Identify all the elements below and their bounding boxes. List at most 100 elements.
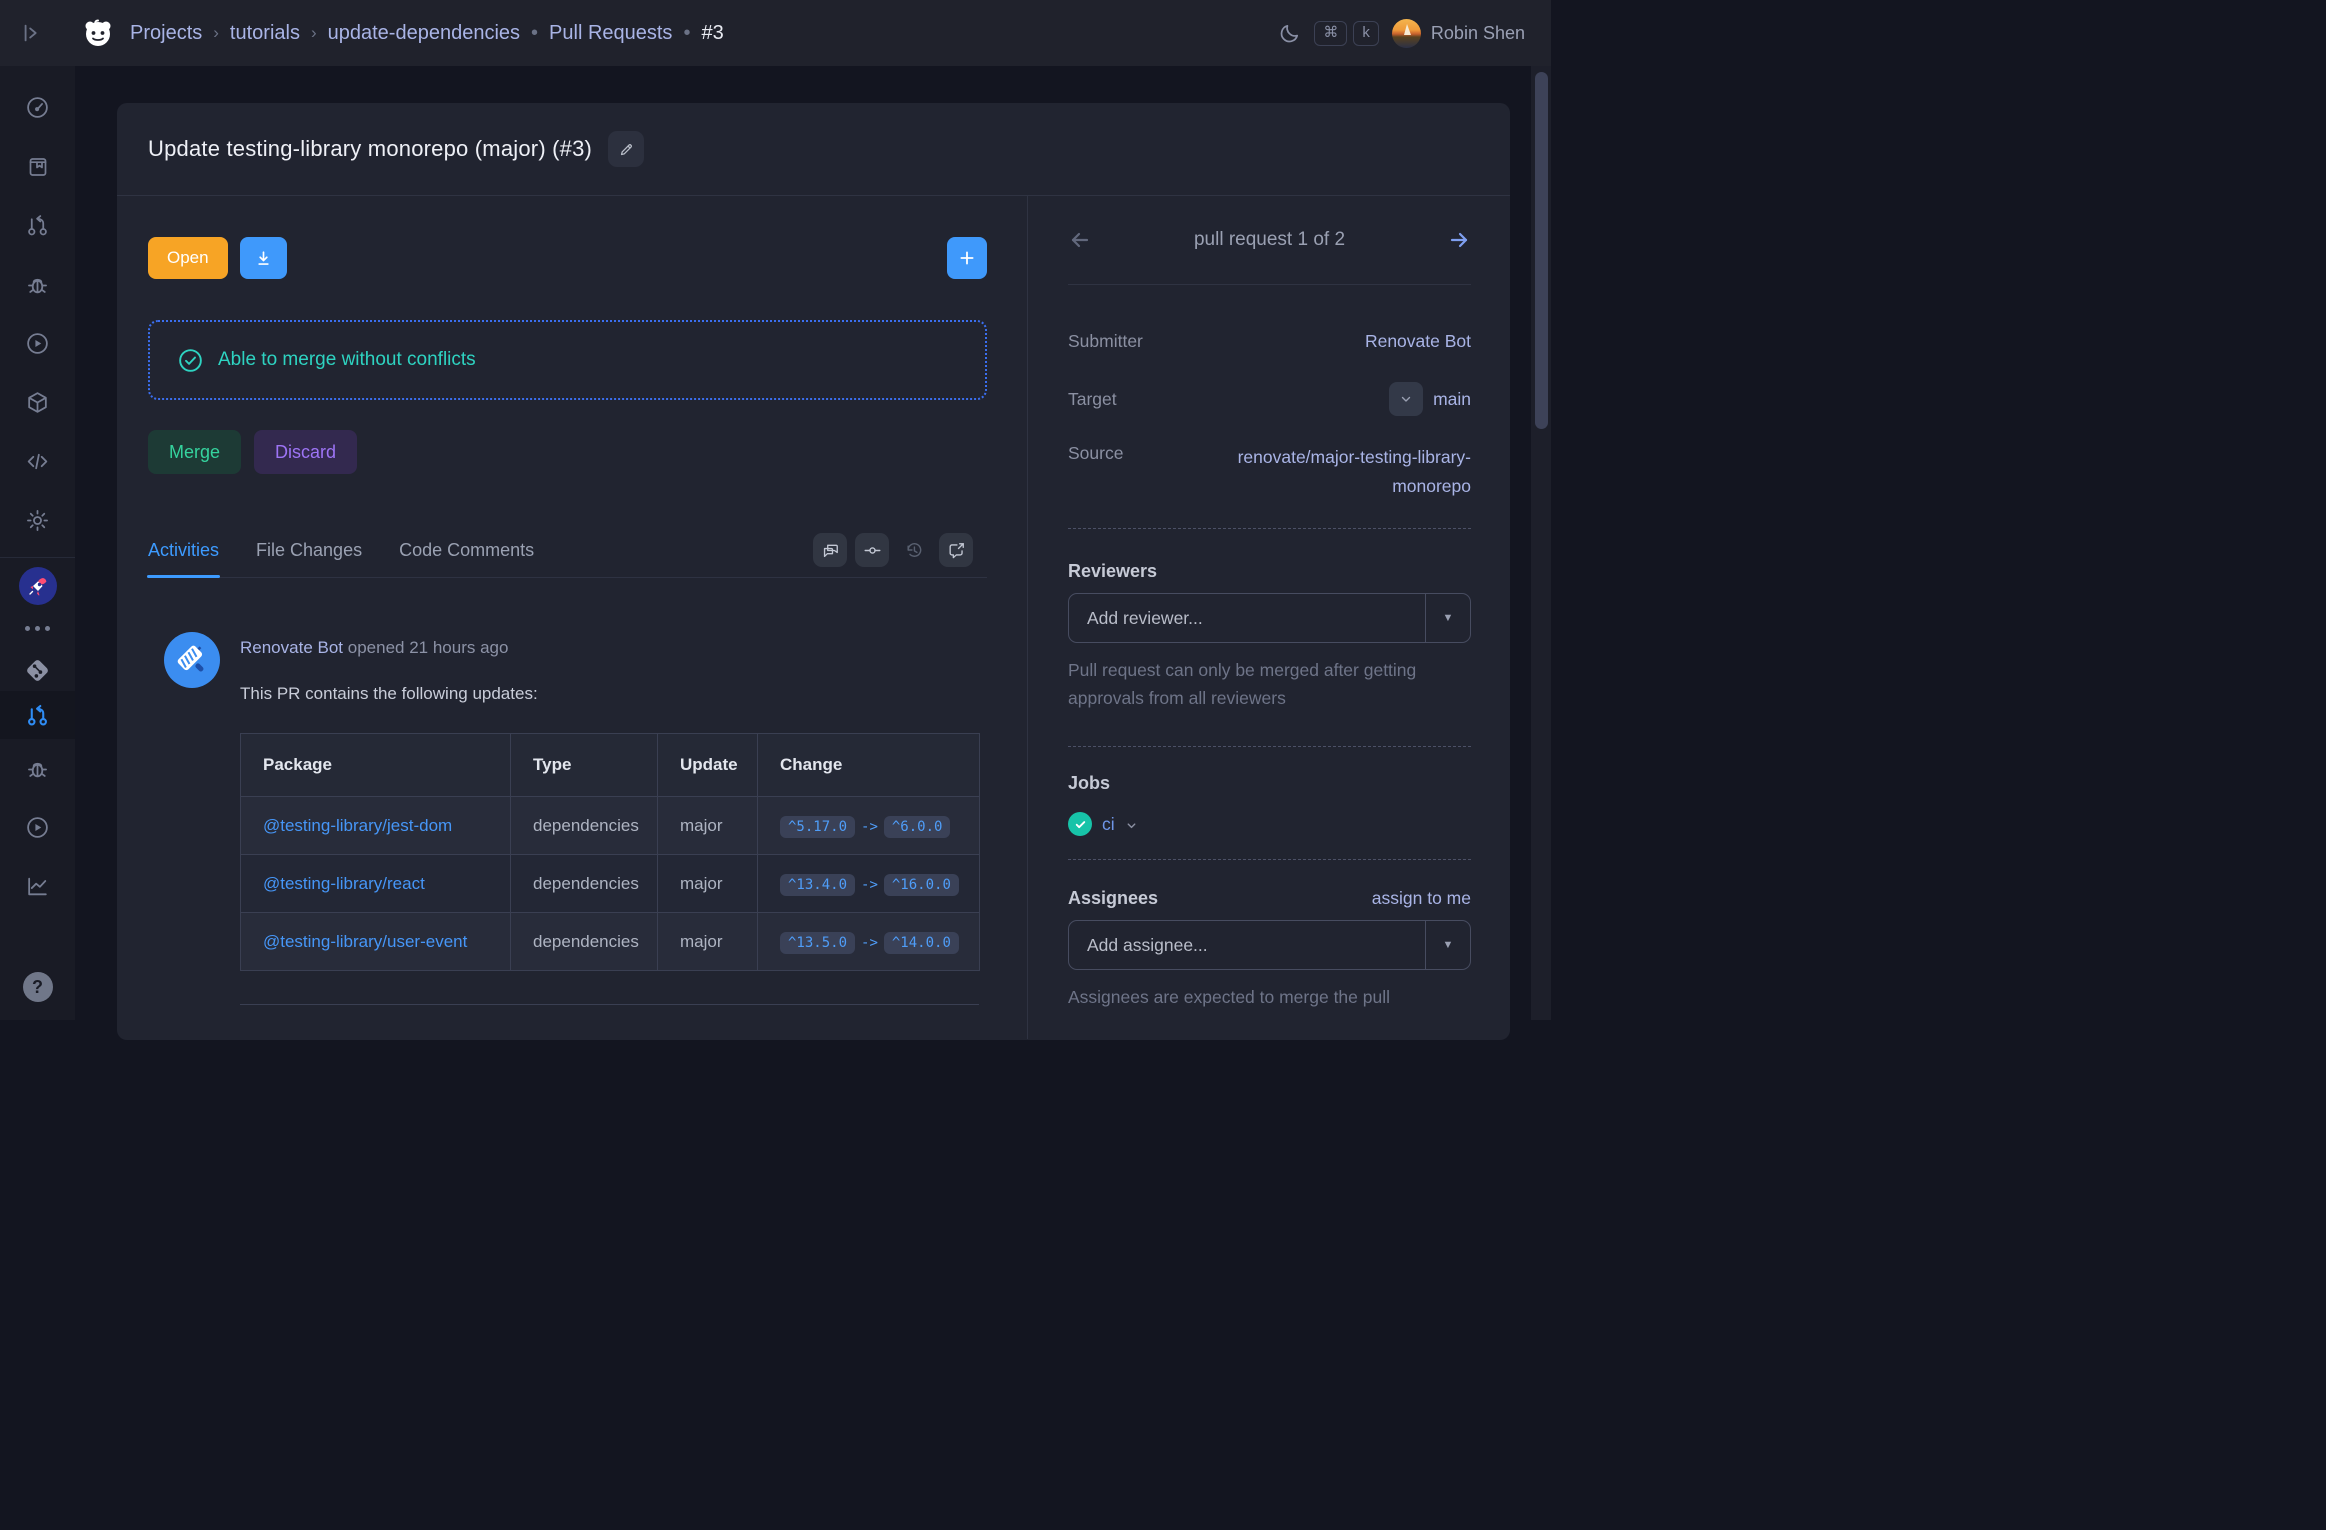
sidebar-item-pull-requests[interactable] <box>0 196 75 255</box>
version-arrow: -> <box>861 877 878 893</box>
sidebar-item-issues[interactable] <box>0 255 75 314</box>
change-cell: ^13.4.0->^16.0.0 <box>758 855 980 913</box>
renovate-bot-avatar[interactable] <box>164 632 220 688</box>
breadcrumb-dot-icon: • <box>531 22 538 45</box>
dashed-divider <box>1068 746 1471 747</box>
sidebar-item-docs[interactable] <box>0 137 75 196</box>
breadcrumb-projects[interactable]: Projects <box>130 22 202 45</box>
arrow-right-icon <box>1447 228 1471 252</box>
job-expand-chevron-icon[interactable] <box>1125 819 1138 832</box>
sidebar-item-project-builds[interactable] <box>0 798 75 857</box>
version-arrow: -> <box>861 819 878 835</box>
add-assignee-select[interactable]: Add assignee... ▼ <box>1068 920 1471 970</box>
open-thread-button[interactable] <box>939 533 973 567</box>
avatar <box>1392 19 1421 48</box>
sidebar-item-packages[interactable] <box>0 373 75 432</box>
merge-button[interactable]: Merge <box>148 430 241 474</box>
package-link[interactable]: @testing-library/user-event <box>241 913 511 971</box>
version-from-badge: ^13.5.0 <box>780 932 855 954</box>
pr-main-column: Open Able to merge without conflicts Mer… <box>117 196 1027 1039</box>
table-row: @testing-library/jest-dom dependencies m… <box>241 797 980 855</box>
dropdown-arrow-icon: ▼ <box>1425 921 1470 969</box>
type-cell: dependencies <box>511 797 658 855</box>
breadcrumb-repo[interactable]: update-dependencies <box>328 22 520 45</box>
pr-title-bar: Update testing-library monorepo (major) … <box>117 103 1510 196</box>
change-cell: ^13.5.0->^14.0.0 <box>758 913 980 971</box>
sidebar-item-help[interactable]: ? <box>0 966 75 1008</box>
discard-button[interactable]: Discard <box>254 430 357 474</box>
tab-activities[interactable]: Activities <box>148 540 219 577</box>
page-scrollbar-thumb[interactable] <box>1535 72 1548 429</box>
update-cell: major <box>658 913 758 971</box>
tab-file-changes[interactable]: File Changes <box>256 540 362 577</box>
package-link[interactable]: @testing-library/react <box>241 855 511 913</box>
column-header-change: Change <box>758 734 980 797</box>
merge-status-text: Able to merge without conflicts <box>218 349 476 371</box>
activity-body-text: This PR contains the following updates: <box>240 684 538 704</box>
theme-toggle-moon-icon[interactable] <box>1278 22 1301 45</box>
sidebar-project-avatar[interactable] <box>0 565 75 607</box>
sidebar-item-settings[interactable] <box>0 491 75 550</box>
assign-to-me-link[interactable]: assign to me <box>1372 888 1471 909</box>
breadcrumb-pull-requests[interactable]: Pull Requests <box>549 22 672 45</box>
sidebar-item-project-issues[interactable] <box>0 739 75 798</box>
type-cell: dependencies <box>511 855 658 913</box>
column-header-package: Package <box>241 734 511 797</box>
activity-entry: Renovate Bot opened 21 hours ago This PR… <box>148 632 987 704</box>
history-button[interactable] <box>897 533 931 567</box>
table-row: @testing-library/react dependencies majo… <box>241 855 980 913</box>
download-icon <box>254 249 273 268</box>
submitter-value-link[interactable]: Renovate Bot <box>1365 331 1471 352</box>
change-cell: ^5.17.0->^6.0.0 <box>758 797 980 855</box>
dashed-divider <box>1068 859 1471 860</box>
user-menu[interactable]: Robin Shen <box>1392 19 1525 48</box>
pr-side-panel: pull request 1 of 2 Submitter Renovate B… <box>1027 196 1510 1039</box>
show-comments-button[interactable] <box>813 533 847 567</box>
sidebar-divider <box>0 557 75 558</box>
dashed-divider <box>1068 528 1471 529</box>
activity-author-link[interactable]: Renovate Bot <box>240 638 343 657</box>
sidebar-item-pull-requests-active[interactable] <box>0 691 75 739</box>
breadcrumb-dot-icon: • <box>683 22 690 45</box>
prev-pr-arrow[interactable] <box>1068 228 1104 252</box>
merge-status-banner: Able to merge without conflicts <box>148 320 987 400</box>
rocket-icon <box>19 567 57 605</box>
pr-tabs: Activities File Changes Code Comments <box>148 522 987 578</box>
breadcrumb-separator-icon: › <box>311 23 317 43</box>
sidebar-item-builds[interactable] <box>0 314 75 373</box>
add-assignee-placeholder: Add assignee... <box>1069 935 1425 956</box>
tab-code-comments[interactable]: Code Comments <box>399 540 534 577</box>
search-shortcut[interactable]: ⌘ k <box>1314 21 1379 46</box>
help-icon: ? <box>23 972 53 1002</box>
target-branch-link[interactable]: main <box>1433 389 1471 410</box>
edit-title-button[interactable] <box>608 131 644 167</box>
add-reviewer-select[interactable]: Add reviewer... ▼ <box>1068 593 1471 643</box>
arrow-left-icon <box>1068 228 1092 252</box>
version-from-badge: ^5.17.0 <box>780 816 855 838</box>
comments-icon <box>821 541 840 560</box>
pr-state-badge[interactable]: Open <box>148 237 228 279</box>
sidebar-collapse-icon[interactable] <box>16 17 48 49</box>
download-patch-button[interactable] <box>240 237 287 279</box>
chevron-down-icon <box>1399 392 1413 406</box>
sidebar-more[interactable] <box>0 607 75 649</box>
app-logo-icon[interactable] <box>82 17 114 49</box>
sidebar-item-git-repo[interactable] <box>0 649 75 691</box>
table-row: @testing-library/user-event dependencies… <box>241 913 980 971</box>
source-label: Source <box>1068 443 1123 464</box>
job-name-link[interactable]: ci <box>1102 814 1115 835</box>
add-comment-button[interactable] <box>947 237 987 279</box>
package-link[interactable]: @testing-library/jest-dom <box>241 797 511 855</box>
panel-divider <box>1068 284 1471 285</box>
sidebar-item-dashboard[interactable] <box>0 78 75 137</box>
source-branch-link[interactable]: renovate/major-testing-library-monorepo <box>1171 443 1471 501</box>
show-commits-button[interactable] <box>855 533 889 567</box>
target-branch-dropdown[interactable] <box>1389 382 1423 416</box>
dropdown-arrow-icon: ▼ <box>1425 594 1470 642</box>
plus-icon <box>958 249 976 267</box>
sidebar-item-code[interactable] <box>0 432 75 491</box>
sidebar-item-stats[interactable] <box>0 857 75 916</box>
next-pr-arrow[interactable] <box>1435 228 1471 252</box>
breadcrumb-tutorials[interactable]: tutorials <box>230 22 300 45</box>
pr-pagination-label: pull request 1 of 2 <box>1104 229 1435 251</box>
